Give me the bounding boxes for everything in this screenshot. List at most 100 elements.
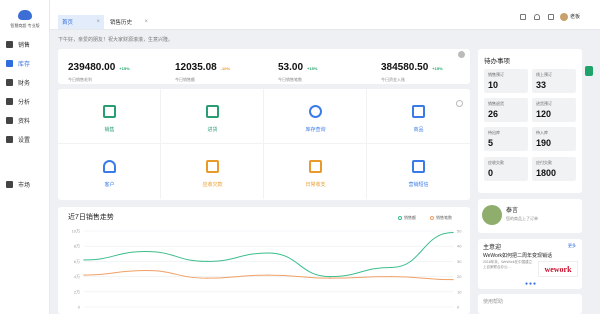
news-card: 主意迎 更多 WeWork如何把二周年变现销话 2018年末，WeWork在中国… — [478, 239, 582, 289]
tile-marketing-sms[interactable]: 营销短信 — [367, 144, 470, 199]
tab-home[interactable]: 首页 × — [58, 15, 104, 29]
wallet-icon — [6, 78, 13, 86]
data-point — [83, 274, 85, 276]
profile-card[interactable]: 泰言 您的商品上了订单 — [478, 199, 582, 233]
data-point — [206, 277, 208, 279]
y-tick-left: 10万 — [72, 229, 80, 234]
top-bar: 首页 × 销售历史 × 老板 — [50, 0, 600, 30]
data-point — [452, 231, 454, 234]
close-icon[interactable]: × — [144, 19, 148, 25]
data-point — [390, 276, 393, 278]
close-icon[interactable]: × — [96, 19, 100, 25]
todo-panel: 待办事项 销售预订 10 线上预订 33 销售退货 26 进货预订 120 待出库 5 待… — [478, 49, 582, 193]
y-tick-right: 40 — [457, 244, 462, 249]
y-tick-right: 10 — [457, 289, 462, 294]
bell-icon[interactable] — [534, 14, 540, 20]
todo-purchase-preorder[interactable]: 进货预订 120 — [532, 98, 576, 122]
data-point — [206, 260, 208, 262]
help-title: 使用帮助 — [483, 299, 504, 305]
y-tick-right: 20 — [457, 274, 462, 279]
box-icon — [412, 105, 425, 118]
app-logo[interactable] — [18, 10, 32, 20]
data-point — [267, 274, 270, 276]
data-point — [329, 276, 331, 278]
user-name[interactable]: 老板 — [570, 13, 580, 20]
tile-goods[interactable]: 商品 — [367, 89, 470, 144]
quick-actions-panel: 销售 进货 库存查询 商品 客户 应收欠款 日常收支 营销短信 — [58, 89, 470, 200]
mail-icon — [412, 160, 425, 173]
side-tool-tab[interactable] — [585, 66, 593, 76]
store-icon — [6, 180, 13, 188]
data-point — [83, 259, 85, 261]
sidebar-item-inventory[interactable]: 库存 — [0, 55, 50, 71]
news-body: 2018年末，WeWork在中国建立上百家联合办公... — [483, 260, 533, 269]
data-point — [329, 277, 331, 279]
message-icon[interactable] — [548, 14, 554, 20]
profile-name: 泰言 — [506, 208, 519, 214]
settings-gear-icon[interactable] — [458, 51, 465, 58]
stat-fund-income: 384580.50 +15% 今日资金入账 — [381, 62, 443, 82]
brand-name: 智慧商超·专业版 — [10, 23, 40, 28]
news-more-link[interactable]: 更多 — [568, 243, 576, 249]
series-line-sales-amount — [83, 232, 454, 278]
y-tick-left: 6万 — [74, 259, 80, 264]
document-icon — [6, 116, 13, 124]
sidebar-item-settings[interactable]: 设置 — [0, 131, 50, 147]
todo-sales-preorder[interactable]: 销售预订 10 — [484, 69, 528, 93]
todo-pending-outbound[interactable]: 待出库 5 — [484, 127, 528, 151]
document-icon[interactable] — [520, 14, 526, 20]
tab-sales-history[interactable]: 销售历史 × — [106, 15, 152, 29]
data-point — [267, 252, 270, 254]
data-point — [452, 279, 454, 281]
sidebar-item-sales[interactable]: 销售 — [0, 36, 50, 52]
todo-payable[interactable]: 应付欠款 1800 — [532, 157, 576, 181]
stat-gross-profit: 239480.00 +15% 今日销售毛利 — [68, 62, 130, 82]
sidebar-item-analysis[interactable]: 分析 — [0, 93, 50, 109]
todo-online-preorder[interactable]: 线上预订 33 — [532, 69, 576, 93]
sidebar-item-market[interactable]: 市场 — [0, 176, 50, 192]
avatar — [482, 205, 502, 225]
chart-plot: 10万 8万 6万 4万 2万 0 50 40 30 20 10 0 — [72, 229, 463, 310]
y-tick-left: 2万 — [74, 289, 80, 294]
cart-icon — [6, 40, 13, 48]
tile-daily-accounts[interactable]: 日常收支 — [264, 144, 367, 199]
todo-sales-return[interactable]: 销售退货 26 — [484, 98, 528, 122]
gear-icon — [6, 135, 13, 143]
stats-panel: 239480.00 +15% 今日销售毛利 12035.08 -10% 今日销售额 53… — [58, 49, 470, 84]
user-icon — [103, 160, 116, 173]
wework-logo[interactable]: wework — [538, 261, 578, 277]
todo-receivable[interactable]: 应收欠款 0 — [484, 157, 528, 181]
todo-pending-inbound[interactable]: 待入库 190 — [532, 127, 576, 151]
sales-trend-chart: 近7日销售走势 销售额 销售笔数 10万 8万 6万 4万 2万 0 50 40 30 20 10 0 — [58, 207, 470, 314]
tile-purchase[interactable]: 进货 — [161, 89, 264, 144]
help-card[interactable]: 使用帮助 — [478, 294, 582, 314]
todo-title: 待办事项 — [484, 58, 510, 65]
settings-gear-icon[interactable] — [456, 100, 463, 107]
clipboard-icon — [103, 105, 116, 118]
carousel-dots[interactable]: ●●● — [525, 281, 537, 287]
tile-sales[interactable]: 销售 — [58, 89, 161, 144]
profile-subtitle: 您的商品上了订单 — [506, 216, 538, 221]
tile-stock-query[interactable]: 库存查询 — [264, 89, 367, 144]
data-point — [144, 250, 147, 253]
search-doc-icon — [309, 105, 322, 118]
tile-receivables[interactable]: 应收欠款 — [161, 144, 264, 199]
sidebar-item-data[interactable]: 资料 — [0, 112, 50, 128]
news-headline[interactable]: WeWork如何把二周年变现销话 — [483, 252, 579, 259]
stat-sales-count: 53.00 +15% 今日销售笔数 — [278, 62, 318, 82]
y-tick-right: 50 — [457, 229, 462, 234]
avatar[interactable] — [560, 13, 568, 21]
sidebar-item-finance[interactable]: 财务 — [0, 74, 50, 90]
tile-customer[interactable]: 客户 — [58, 144, 161, 199]
y-tick-left: 8万 — [74, 244, 80, 249]
data-point — [144, 269, 147, 272]
ledger-icon — [309, 160, 322, 173]
y-tick-right: 0 — [457, 305, 460, 310]
truck-icon — [206, 105, 219, 118]
y-tick-left: 4万 — [74, 274, 80, 279]
chart-icon — [6, 97, 13, 105]
y-tick-right: 30 — [457, 259, 462, 264]
stat-sales-amount: 12035.08 -10% 今日销售额 — [175, 62, 231, 82]
warehouse-icon — [6, 59, 13, 67]
data-point — [390, 266, 393, 269]
